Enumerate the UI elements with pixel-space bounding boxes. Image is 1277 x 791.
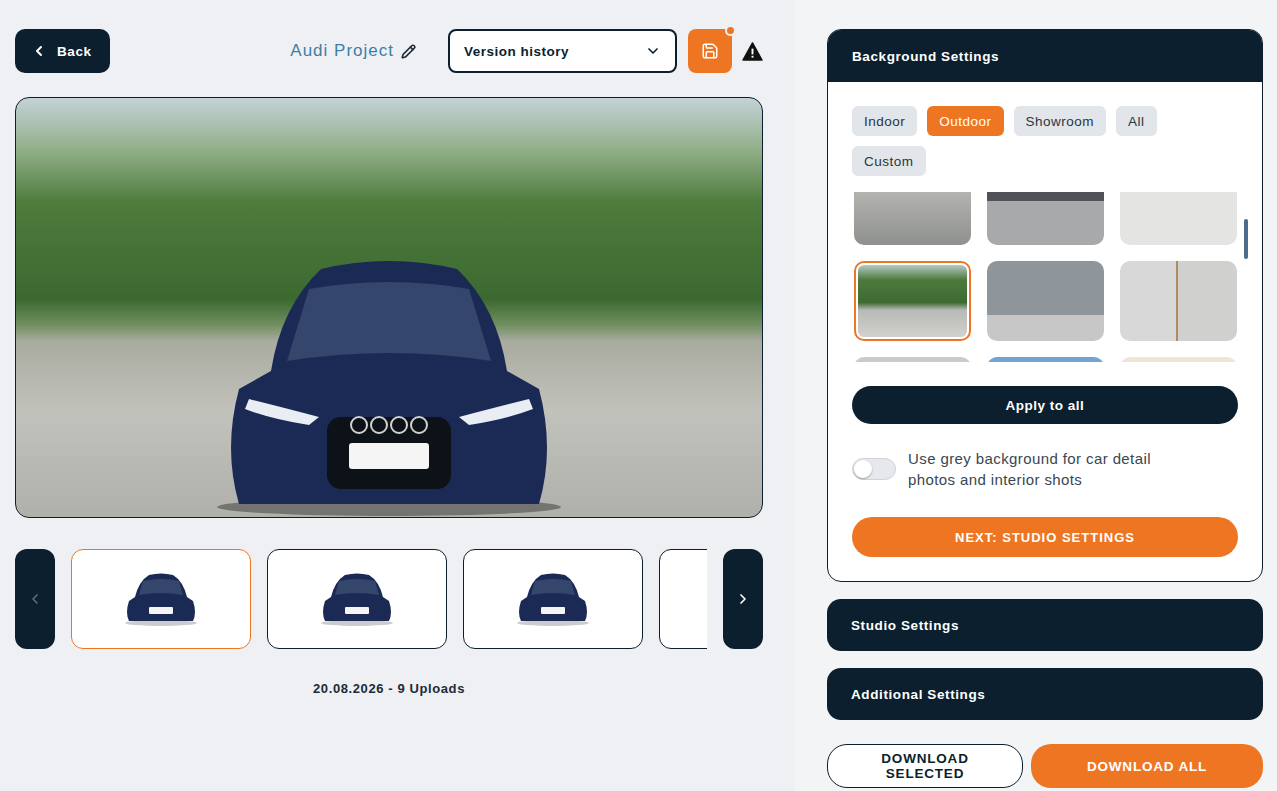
section-header[interactable]: Additional Settings — [827, 668, 1263, 720]
toolbar: Back Audi Project Version history — [15, 29, 763, 73]
apply-to-all-button[interactable]: Apply to all — [852, 386, 1238, 424]
category-tab[interactable]: Indoor — [852, 106, 917, 136]
category-tabs: Indoor Outdoor Showroom All Custom — [852, 106, 1182, 176]
chevron-down-icon — [645, 43, 661, 59]
settings-section: Studio Settings — [827, 599, 1263, 651]
category-tab[interactable]: Outdoor — [927, 106, 1003, 136]
main-photo — [15, 97, 763, 518]
download-button[interactable]: DOWNLOAD ALL — [1031, 744, 1263, 788]
background-grid-viewport[interactable] — [852, 192, 1238, 362]
section-header[interactable]: Studio Settings — [827, 599, 1263, 651]
upload-info: 20.08.2026 - 9 Uploads — [15, 681, 763, 696]
thumbnail[interactable] — [659, 549, 707, 649]
car-thumbnail-image — [513, 569, 593, 629]
previous-button[interactable] — [15, 549, 55, 649]
background-tile[interactable] — [987, 192, 1104, 245]
grey-background-row: Use grey background for car detail photo… — [852, 448, 1238, 490]
thumbnail[interactable] — [463, 549, 643, 649]
thumbnail-list — [71, 549, 707, 649]
background-tile[interactable] — [1120, 357, 1237, 362]
background-settings-body: Indoor Outdoor Showroom All Custom Apply to a… — [828, 82, 1262, 581]
background-tile[interactable] — [1120, 192, 1237, 245]
save-button[interactable] — [688, 29, 732, 73]
pencil-icon[interactable] — [401, 44, 416, 59]
download-actions: DOWNLOAD SELECTEDDOWNLOAD ALL — [827, 744, 1263, 788]
download-button[interactable]: DOWNLOAD SELECTED — [827, 744, 1023, 788]
car-image — [209, 249, 569, 517]
warning-icon[interactable] — [742, 42, 763, 61]
category-tab[interactable]: All — [1116, 106, 1157, 136]
scrollbar-thumb[interactable] — [1244, 219, 1248, 259]
chevron-left-icon — [31, 43, 47, 59]
category-tab[interactable]: Showroom — [1014, 106, 1107, 136]
editor-pane: Back Audi Project Version history 20.08.202… — [0, 0, 795, 791]
chevron-right-icon — [735, 591, 751, 607]
thumbnail[interactable] — [267, 549, 447, 649]
toolbar-actions: Audi Project Version history — [290, 29, 763, 73]
thumbnail-strip — [15, 549, 763, 649]
background-tile[interactable] — [854, 192, 971, 245]
back-button[interactable]: Back — [15, 29, 110, 73]
settings-panel: Background Settings Indoor Outdoor Showroom… — [795, 0, 1277, 791]
background-grid — [854, 192, 1238, 362]
unsaved-badge — [725, 25, 736, 36]
save-icon — [701, 42, 719, 60]
section-header[interactable]: Background Settings — [828, 30, 1262, 82]
thumbnail[interactable] — [71, 549, 251, 649]
chevron-left-icon — [27, 591, 43, 607]
grey-background-switch[interactable] — [852, 458, 896, 480]
version-history-select[interactable]: Version history — [448, 29, 677, 73]
settings-section: Additional Settings — [827, 668, 1263, 720]
background-tile[interactable] — [987, 357, 1104, 362]
settings-section: Background Settings Indoor Outdoor Showroom… — [827, 29, 1263, 582]
category-tab[interactable]: Custom — [852, 146, 926, 176]
page: Back Audi Project Version history 20.08.202… — [0, 0, 1277, 791]
background-tile[interactable] — [854, 357, 971, 362]
background-tile[interactable] — [987, 261, 1104, 341]
background-tile[interactable] — [854, 261, 971, 341]
next-image-button[interactable] — [723, 549, 763, 649]
car-thumbnail-image — [121, 569, 201, 629]
project-title[interactable]: Audi Project — [290, 41, 416, 61]
next-button[interactable]: NEXT: STUDIO SETTINGS — [852, 517, 1238, 557]
switch-knob — [854, 460, 872, 478]
grey-background-label: Use grey background for car detail photo… — [908, 448, 1198, 490]
car-thumbnail-image — [317, 569, 397, 629]
background-gallery — [852, 192, 1238, 362]
background-tile[interactable] — [1120, 261, 1237, 341]
